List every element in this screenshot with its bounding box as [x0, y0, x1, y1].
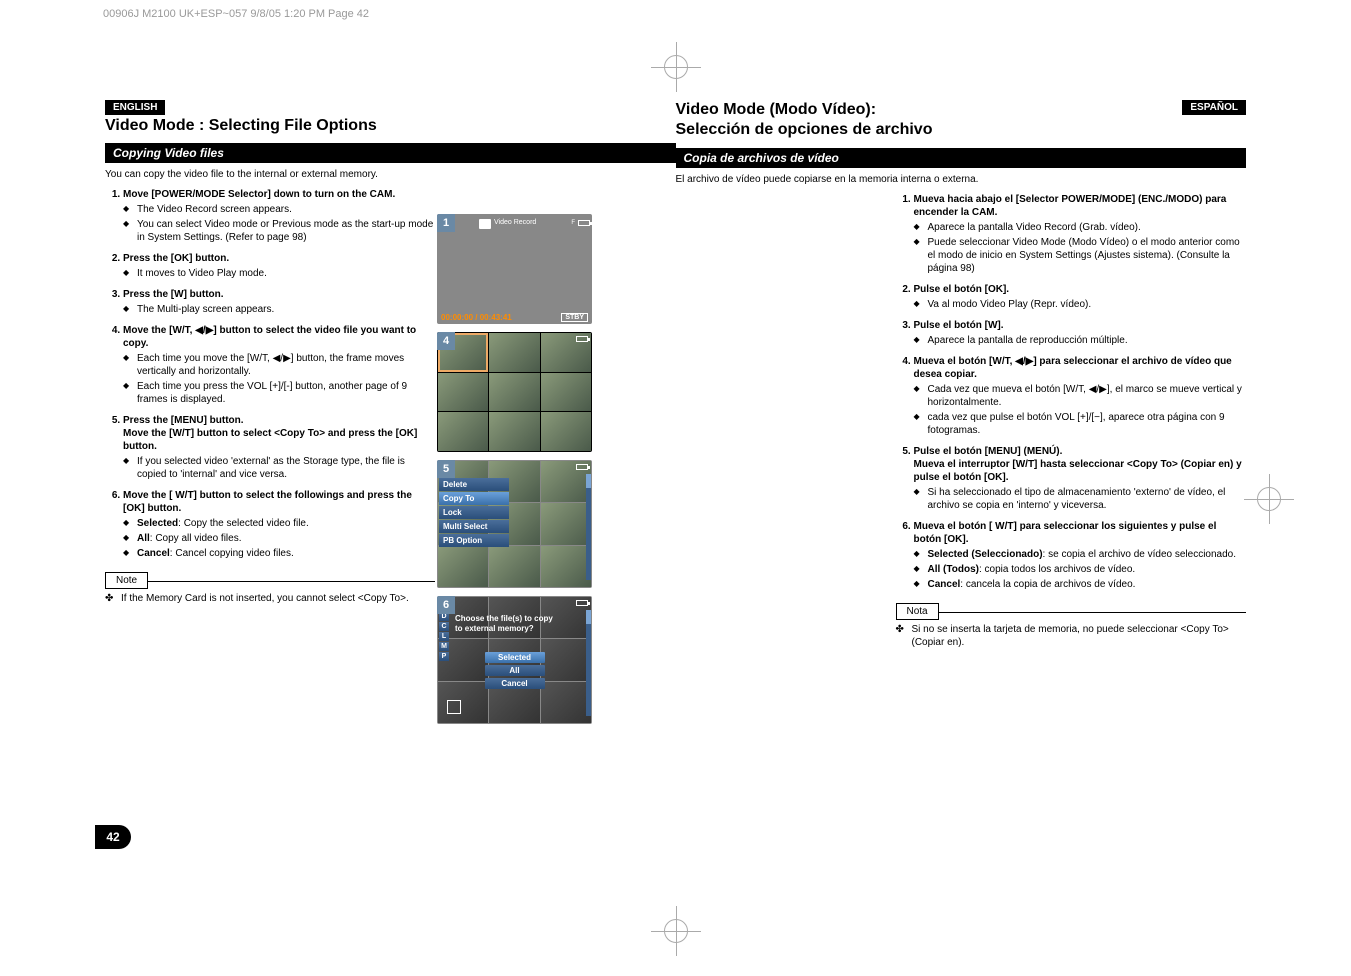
bullet: Aparece la pantalla Video Record (Grab. …	[914, 221, 1247, 234]
step-head: Pulse el botón [MENU] (MENÚ). Mueva el i…	[914, 446, 1242, 483]
lang-english-tag: ENGLISH	[105, 100, 165, 115]
scrollbar	[586, 474, 591, 580]
side-menu: D C L M P	[439, 612, 449, 662]
camera-icon	[479, 219, 491, 229]
battery-icon	[576, 336, 588, 342]
intro-left: You can copy the video file to the inter…	[105, 169, 676, 180]
opt: Cancel	[485, 678, 545, 689]
title-right-l1: Video Mode (Modo Vídeo):	[676, 101, 877, 118]
menu-list: Delete Copy To Lock Multi Select PB Opti…	[439, 478, 509, 548]
bullet: The Video Record screen appears.	[123, 203, 435, 216]
step-head: Mueva el botón [W/T, ◀/▶] para seleccion…	[914, 356, 1232, 380]
panel-4: 4	[437, 332, 592, 452]
step-head: Mueva hacia abajo el [Selector POWER/MOD…	[914, 194, 1227, 218]
bullet: All (Todos): copia todos los archivos de…	[914, 563, 1247, 576]
bullet: Aparece la pantalla de reproducción múlt…	[914, 334, 1247, 347]
screenshot-strip: 1 Video Record F 00:00:00 / 00:43:41 STB…	[437, 214, 592, 732]
opt-selected: Selected	[485, 652, 545, 663]
step-head: Press the [W] button.	[123, 289, 224, 300]
subhead-right: Copia de archivos de vídeo	[676, 148, 1247, 168]
timer: 00:00:00 / 00:43:41	[441, 313, 512, 322]
scrollbar	[586, 610, 591, 716]
bullet: Va al modo Video Play (Repr. vídeo).	[914, 298, 1247, 311]
step-head: Move [POWER/MODE Selector] down to turn …	[123, 189, 395, 200]
video-record-label: Video Record	[494, 219, 536, 226]
title-left: Video Mode : Selecting File Options	[105, 117, 676, 135]
stby-badge: STBY	[561, 313, 588, 322]
note-text-left: If the Memory Card is not inserted, you …	[105, 592, 435, 605]
battery-icon	[576, 464, 588, 470]
bullet: Cancel: Cancel copying video files.	[123, 547, 435, 560]
bullet: Selected (Seleccionado): se copia el arc…	[914, 548, 1247, 561]
battery-icon	[576, 600, 588, 606]
bullet: You can select Video mode or Previous mo…	[123, 218, 435, 244]
bullet: Cada vez que mueva el botón [W/T, ◀/▶], …	[914, 383, 1247, 409]
note-text-right: Si no se inserta la tarjeta de memoria, …	[896, 623, 1247, 649]
bullet: cada vez que pulse el botón VOL [+]/[−],…	[914, 411, 1247, 437]
bullet: Si ha seleccionado el tipo de almacenami…	[914, 486, 1247, 512]
panel-number-4: 4	[437, 332, 455, 350]
panel-5: 5 Delete Copy To Lock Multi Select PB Op…	[437, 460, 592, 588]
panel-1: 1 Video Record F 00:00:00 / 00:43:41 STB…	[437, 214, 592, 324]
menu-item: Delete	[439, 478, 509, 491]
dialog-message: Choose the file(s) to copy to external m…	[455, 614, 553, 633]
panel-number-5: 5	[437, 460, 455, 478]
bullet: Each time you press the VOL [+]/[-] butt…	[123, 380, 435, 406]
panel-number-6: 6	[437, 596, 455, 614]
menu-item: Lock	[439, 506, 509, 519]
lang-spanish-tag: ESPAÑOL	[1182, 100, 1246, 115]
bullet: If you selected video 'external' as the …	[123, 455, 435, 481]
bullet: The Multi-play screen appears.	[123, 303, 435, 316]
step-head: Pulse el botón [W].	[914, 320, 1004, 331]
subhead-left: Copying Video files	[105, 143, 676, 163]
step-head: Move the [ W/T] button to select the fol…	[123, 490, 412, 514]
menu-item-selected: Copy To	[439, 492, 509, 505]
step-head: Mueva el botón [ W/T] para seleccionar l…	[914, 521, 1217, 545]
step-head: Pulse el botón [OK].	[914, 284, 1010, 295]
note-label-right: Nota	[896, 603, 939, 620]
battery-icon	[578, 220, 590, 226]
opt: All	[485, 665, 545, 676]
bullet: Puede seleccionar Video Mode (Modo Vídeo…	[914, 236, 1247, 275]
bullet: Cancel: cancela la copia de archivos de …	[914, 578, 1247, 591]
steps-left: Move [POWER/MODE Selector] down to turn …	[105, 188, 435, 560]
dialog-options: Selected All Cancel	[485, 652, 545, 691]
step-head: Move the [W/T, ◀/▶] button to select the…	[123, 325, 416, 349]
bullet: All: Copy all video files.	[123, 532, 435, 545]
menu-item: PB Option	[439, 534, 509, 547]
page-number-tab: 42	[95, 825, 131, 849]
step-head: Press the [MENU] button. Move the [W/T] …	[123, 415, 417, 452]
step-head: Press the [OK] button.	[123, 253, 229, 264]
panel-6: 6 D C L M P Choose the file(s) to copy t…	[437, 596, 592, 724]
header-slug: 00906J M2100 UK+ESP~057 9/8/05 1:20 PM P…	[97, 0, 1254, 22]
note-label-left: Note	[105, 572, 148, 589]
intro-right: El archivo de vídeo puede copiarse en la…	[676, 174, 1247, 185]
panel-number-1: 1	[437, 214, 455, 232]
title-right-l2: Selección de opciones de archivo	[676, 121, 933, 138]
bullet: Selected: Copy the selected video file.	[123, 517, 435, 530]
steps-right: Mueva hacia abajo el [Selector POWER/MOD…	[896, 193, 1247, 591]
bullet: Each time you move the [W/T, ◀/▶] button…	[123, 352, 435, 378]
menu-item: Multi Select	[439, 520, 509, 533]
bullet: It moves to Video Play mode.	[123, 267, 435, 280]
card-icon	[447, 700, 461, 714]
